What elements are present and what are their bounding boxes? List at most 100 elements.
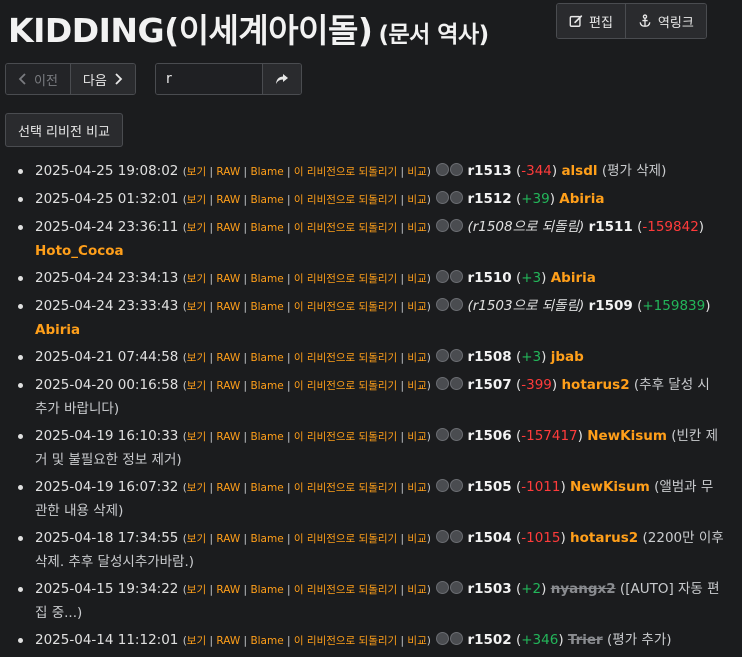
- user-link[interactable]: Abiria: [559, 191, 604, 207]
- view-link[interactable]: 보기: [187, 166, 206, 178]
- backlink-button[interactable]: 역링크: [624, 4, 706, 38]
- blame-link[interactable]: Blame: [250, 273, 283, 285]
- revert-link[interactable]: 이 리비전으로 되돌리기: [294, 380, 397, 392]
- compare-new-radio[interactable]: [450, 191, 464, 204]
- compare-new-radio[interactable]: [450, 163, 464, 176]
- view-link[interactable]: 보기: [187, 584, 206, 596]
- view-link[interactable]: 보기: [187, 431, 206, 443]
- compare-old-radio[interactable]: [436, 163, 450, 176]
- compare-old-radio[interactable]: [436, 479, 450, 492]
- revert-link[interactable]: 이 리비전으로 되돌리기: [294, 166, 397, 178]
- revert-link[interactable]: 이 리비전으로 되돌리기: [294, 533, 397, 545]
- user-link[interactable]: alsdl: [561, 163, 597, 179]
- compare-new-radio[interactable]: [450, 349, 464, 362]
- compare-new-radio[interactable]: [450, 377, 464, 390]
- user-link[interactable]: Hoto_Cocoa: [35, 243, 124, 259]
- view-link[interactable]: 보기: [187, 380, 206, 392]
- compare-old-radio[interactable]: [436, 530, 450, 543]
- compare-new-radio[interactable]: [450, 479, 464, 492]
- compare-old-radio[interactable]: [436, 377, 450, 390]
- revert-link[interactable]: 이 리비전으로 되돌리기: [294, 431, 397, 443]
- compare-old-radio[interactable]: [436, 191, 450, 204]
- view-link[interactable]: 보기: [187, 222, 206, 234]
- raw-link[interactable]: RAW: [216, 482, 240, 494]
- raw-link[interactable]: RAW: [216, 635, 240, 647]
- user-link[interactable]: hotarus2: [561, 377, 629, 393]
- view-link[interactable]: 보기: [187, 273, 206, 285]
- view-link[interactable]: 보기: [187, 482, 206, 494]
- user-link[interactable]: Abiria: [551, 270, 596, 286]
- view-link[interactable]: 보기: [187, 533, 206, 545]
- blame-link[interactable]: Blame: [250, 166, 283, 178]
- revert-link[interactable]: 이 리비전으로 되돌리기: [294, 194, 397, 206]
- diff-link[interactable]: 비교: [407, 301, 426, 313]
- diff-link[interactable]: 비교: [407, 380, 426, 392]
- compare-old-radio[interactable]: [436, 428, 450, 441]
- raw-link[interactable]: RAW: [216, 166, 240, 178]
- raw-link[interactable]: RAW: [216, 301, 240, 313]
- user-link[interactable]: NewKisum: [570, 479, 650, 495]
- compare-revisions-button[interactable]: 선택 리비전 비교: [5, 113, 123, 147]
- user-link[interactable]: hotarus2: [570, 530, 638, 546]
- blame-link[interactable]: Blame: [250, 301, 283, 313]
- compare-new-radio[interactable]: [450, 632, 464, 645]
- blame-link[interactable]: Blame: [250, 194, 283, 206]
- blame-link[interactable]: Blame: [250, 482, 283, 494]
- compare-new-radio[interactable]: [450, 270, 464, 283]
- diff-link[interactable]: 비교: [407, 194, 426, 206]
- diff-link[interactable]: 비교: [407, 482, 426, 494]
- user-link[interactable]: Abiria: [35, 322, 80, 338]
- user-link[interactable]: Trier: [568, 632, 603, 648]
- raw-link[interactable]: RAW: [216, 222, 240, 234]
- user-link[interactable]: jbab: [551, 349, 584, 365]
- diff-link[interactable]: 비교: [407, 431, 426, 443]
- compare-new-radio[interactable]: [450, 219, 464, 232]
- user-link[interactable]: nyangx2: [551, 581, 616, 597]
- diff-link[interactable]: 비교: [407, 166, 426, 178]
- blame-link[interactable]: Blame: [250, 533, 283, 545]
- revert-link[interactable]: 이 리비전으로 되돌리기: [294, 584, 397, 596]
- blame-link[interactable]: Blame: [250, 584, 283, 596]
- revision-search-input[interactable]: [156, 64, 262, 94]
- compare-old-radio[interactable]: [436, 270, 450, 283]
- diff-link[interactable]: 비교: [407, 635, 426, 647]
- raw-link[interactable]: RAW: [216, 431, 240, 443]
- blame-link[interactable]: Blame: [250, 380, 283, 392]
- compare-new-radio[interactable]: [450, 298, 464, 311]
- raw-link[interactable]: RAW: [216, 533, 240, 545]
- compare-old-radio[interactable]: [436, 298, 450, 311]
- edit-button[interactable]: 편집: [557, 4, 625, 38]
- revert-link[interactable]: 이 리비전으로 되돌리기: [294, 273, 397, 285]
- raw-link[interactable]: RAW: [216, 380, 240, 392]
- diff-link[interactable]: 비교: [407, 584, 426, 596]
- raw-link[interactable]: RAW: [216, 273, 240, 285]
- blame-link[interactable]: Blame: [250, 635, 283, 647]
- view-link[interactable]: 보기: [187, 635, 206, 647]
- view-link[interactable]: 보기: [187, 301, 206, 313]
- compare-old-radio[interactable]: [436, 581, 450, 594]
- compare-old-radio[interactable]: [436, 349, 450, 362]
- compare-old-radio[interactable]: [436, 219, 450, 232]
- diff-link[interactable]: 비교: [407, 222, 426, 234]
- raw-link[interactable]: RAW: [216, 194, 240, 206]
- user-link[interactable]: NewKisum: [587, 428, 667, 444]
- view-link[interactable]: 보기: [187, 194, 206, 206]
- revert-link[interactable]: 이 리비전으로 되돌리기: [294, 222, 397, 234]
- revert-link[interactable]: 이 리비전으로 되돌리기: [294, 352, 397, 364]
- blame-link[interactable]: Blame: [250, 222, 283, 234]
- diff-link[interactable]: 비교: [407, 273, 426, 285]
- raw-link[interactable]: RAW: [216, 352, 240, 364]
- revert-link[interactable]: 이 리비전으로 되돌리기: [294, 482, 397, 494]
- revert-link[interactable]: 이 리비전으로 되돌리기: [294, 635, 397, 647]
- go-button[interactable]: [262, 64, 301, 94]
- view-link[interactable]: 보기: [187, 352, 206, 364]
- raw-link[interactable]: RAW: [216, 584, 240, 596]
- compare-old-radio[interactable]: [436, 632, 450, 645]
- prev-button[interactable]: 이전: [6, 64, 70, 94]
- compare-new-radio[interactable]: [450, 428, 464, 441]
- next-button[interactable]: 다음: [69, 64, 135, 94]
- diff-link[interactable]: 비교: [407, 352, 426, 364]
- blame-link[interactable]: Blame: [250, 352, 283, 364]
- revert-link[interactable]: 이 리비전으로 되돌리기: [294, 301, 397, 313]
- compare-new-radio[interactable]: [450, 581, 464, 594]
